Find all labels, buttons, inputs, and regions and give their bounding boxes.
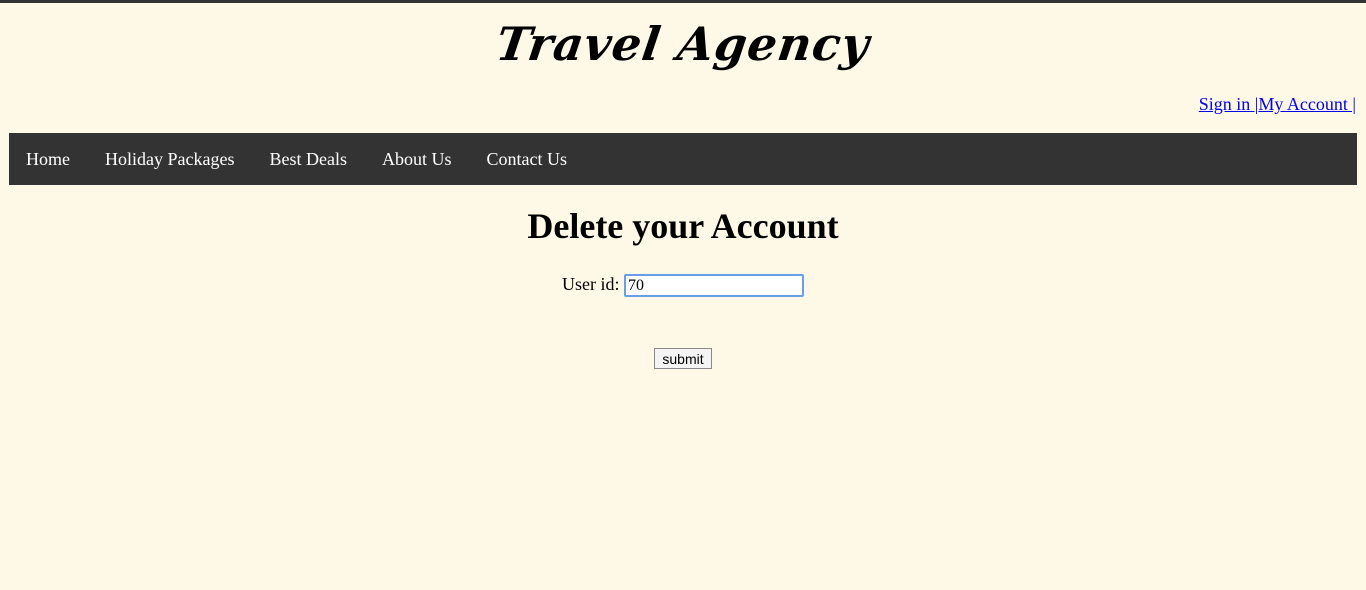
- nav-item-about-us[interactable]: About Us: [382, 149, 452, 170]
- nav-item-home[interactable]: Home: [26, 149, 70, 170]
- site-logo: Travel Agency: [492, 17, 874, 71]
- nav-item-best-deals[interactable]: Best Deals: [269, 149, 346, 170]
- account-links: Sign in |My Account |: [1199, 94, 1356, 115]
- site-header: Travel Agency Sign in |My Account |: [0, 3, 1366, 133]
- sign-in-link[interactable]: Sign in |: [1199, 94, 1259, 114]
- submit-button[interactable]: submit: [654, 348, 712, 369]
- nav-item-contact-us[interactable]: Contact Us: [486, 149, 567, 170]
- my-account-link[interactable]: My Account |: [1258, 94, 1356, 114]
- page-title: Delete your Account: [527, 206, 839, 246]
- main-nav: Home Holiday Packages Best Deals About U…: [9, 133, 1357, 185]
- submit-row: submit: [0, 348, 1366, 369]
- nav-item-holiday-packages[interactable]: Holiday Packages: [105, 149, 234, 170]
- user-id-row: User id:: [0, 274, 1366, 298]
- user-id-label: User id:: [562, 274, 620, 294]
- user-id-input[interactable]: [624, 274, 804, 298]
